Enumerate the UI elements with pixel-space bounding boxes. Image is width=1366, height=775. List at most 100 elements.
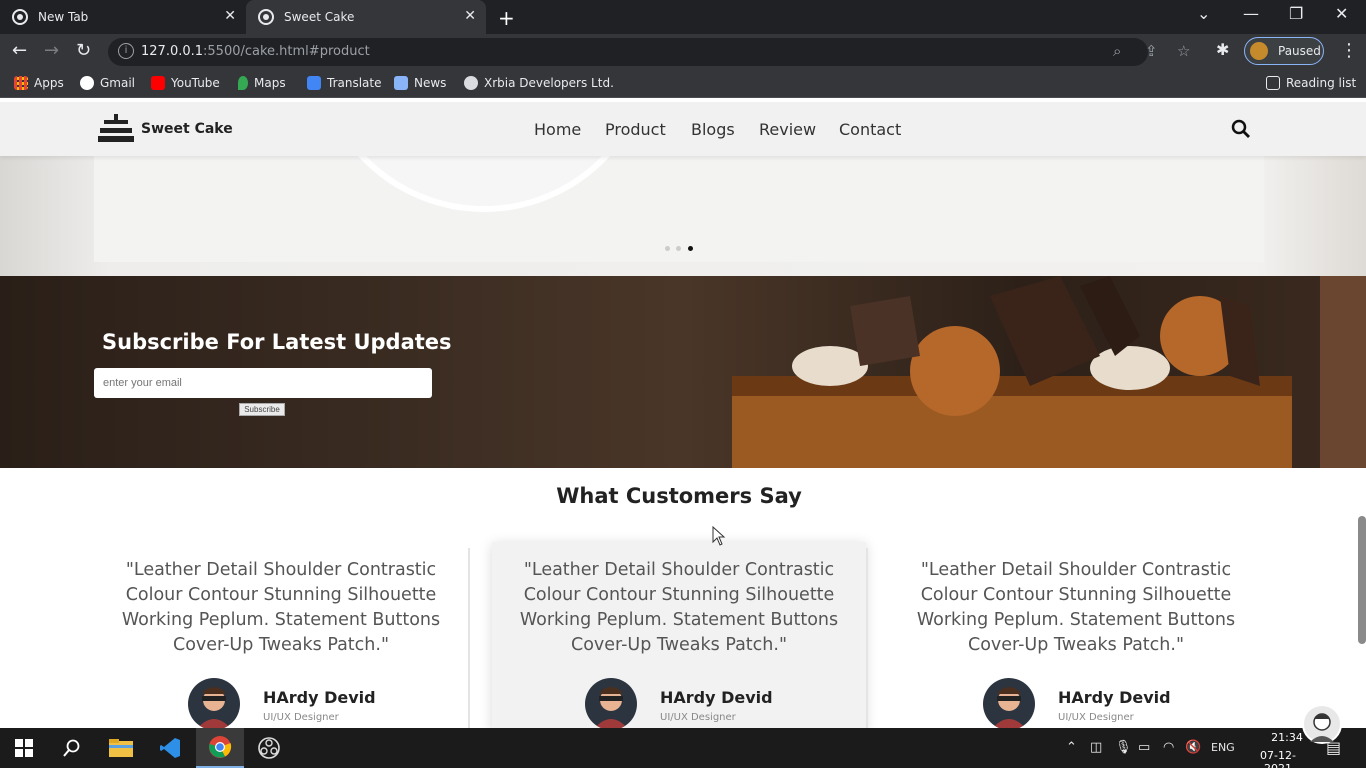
vscode-icon xyxy=(160,738,180,758)
nav-contact[interactable]: Contact xyxy=(839,120,901,139)
url-text[interactable]: 127.0.0.1:5500/cake.html#product xyxy=(141,44,370,59)
bookmark-star-icon[interactable]: ☆ xyxy=(1177,42,1190,60)
divider xyxy=(866,548,868,728)
search-button[interactable] xyxy=(48,728,96,768)
translate-icon xyxy=(307,76,321,90)
subscribe-title: Subscribe For Latest Updates xyxy=(102,330,452,354)
site-header: Sweet Cake Home Product Blogs Review Con… xyxy=(0,102,1366,156)
reading-list-button[interactable]: Reading list xyxy=(1266,76,1356,90)
bookmark-news[interactable]: News xyxy=(394,76,446,90)
avatar xyxy=(585,678,637,728)
windows-taskbar: ⌃ ◫ 🎙 ▭ ◠ 🔇 ENG 21:34 07-12-2021 ▤ xyxy=(0,704,1366,775)
tray-chevron-up-icon[interactable]: ⌃ xyxy=(1066,740,1077,755)
nav-product[interactable]: Product xyxy=(605,120,666,139)
web-page: Sweet Cake Home Product Blogs Review Con… xyxy=(0,102,1366,728)
tab-title: Sweet Cake xyxy=(284,10,355,24)
vscode-button[interactable] xyxy=(146,728,194,768)
carousel-dot[interactable] xyxy=(665,246,670,251)
chrome-taskbar-button[interactable] xyxy=(196,728,244,768)
divider xyxy=(468,548,470,728)
share-icon[interactable]: ⇪ xyxy=(1145,42,1158,60)
browser-toolbar: ← → ↻ i 127.0.0.1:5500/cake.html#product… xyxy=(0,34,1366,70)
clock-date[interactable]: 07-12-2021 xyxy=(1248,749,1308,775)
meet-now-icon[interactable]: ◫ xyxy=(1090,740,1102,755)
globe-icon xyxy=(464,76,478,90)
volume-muted-icon[interactable]: 🔇 xyxy=(1185,740,1201,755)
testimonial-quote: "Leather Detail Shoulder Contrastic Colo… xyxy=(916,560,1236,655)
avatar xyxy=(188,678,240,728)
carousel-dot[interactable] xyxy=(676,246,681,251)
profile-button[interactable]: Paused xyxy=(1244,37,1324,65)
chrome-icon xyxy=(209,736,232,758)
bookmark-maps[interactable]: Maps xyxy=(238,76,286,90)
tab-search-chevron-icon[interactable]: ⌄ xyxy=(1197,4,1210,23)
profile-status: Paused xyxy=(1278,44,1321,58)
testimonial-name: HArdy Devid xyxy=(1058,688,1171,707)
bookmark-translate[interactable]: Translate xyxy=(307,76,382,90)
reload-icon[interactable]: ↻ xyxy=(76,40,91,61)
google-icon xyxy=(80,76,94,90)
subscribe-button[interactable]: Subscribe xyxy=(239,403,285,416)
bookmarks-bar: Apps Gmail YouTube Maps Translate News X… xyxy=(0,70,1366,98)
tab-title: New Tab xyxy=(38,10,89,24)
address-bar[interactable]: i 127.0.0.1:5500/cake.html#product ⌕ ⇪ ☆ xyxy=(108,38,1190,66)
close-tab-icon[interactable]: ✕ xyxy=(224,8,236,24)
close-tab-icon[interactable]: ✕ xyxy=(464,8,476,24)
tab-new-tab[interactable]: New Tab ✕ xyxy=(0,0,246,34)
battery-icon[interactable]: ▭ xyxy=(1138,740,1150,755)
browser-tab-strip: New Tab ✕ Sweet Cake ✕ + ⌄ — ❐ ✕ xyxy=(0,0,1366,34)
back-arrow-icon[interactable]: ← xyxy=(12,40,27,61)
youtube-icon xyxy=(151,76,165,90)
new-tab-plus-icon[interactable]: + xyxy=(498,6,515,30)
bookmark-apps[interactable]: Apps xyxy=(14,76,64,90)
testimonial-card: "Leather Detail Shoulder Contrastic Colo… xyxy=(492,542,866,728)
cake-logo-icon[interactable] xyxy=(98,114,134,144)
section-title: What Customers Say xyxy=(556,484,802,508)
testimonial-role: UI/UX Designer xyxy=(1058,712,1134,723)
chocolate-cake-image xyxy=(732,276,1366,468)
mouse-cursor-icon xyxy=(712,526,726,546)
testimonial-name: HArdy Devid xyxy=(263,688,376,707)
extensions-puzzle-icon[interactable]: ✱ xyxy=(1216,40,1229,59)
page-scrollbar-thumb[interactable] xyxy=(1358,516,1366,644)
microphone-icon[interactable]: 🎙 xyxy=(1115,740,1132,755)
restore-icon[interactable]: ❐ xyxy=(1289,4,1303,23)
zoom-icon[interactable]: ⌕ xyxy=(1113,42,1121,60)
bookmark-xrbia[interactable]: Xrbia Developers Ltd. xyxy=(464,76,614,90)
carousel-dot-active[interactable] xyxy=(688,246,693,251)
start-button[interactable] xyxy=(0,728,48,768)
maps-pin-icon xyxy=(238,76,248,90)
nav-review[interactable]: Review xyxy=(759,120,816,139)
testimonial-name: HArdy Devid xyxy=(660,688,773,707)
windows-logo-icon xyxy=(15,739,33,757)
reading-list-icon xyxy=(1266,76,1280,90)
app-button[interactable] xyxy=(245,728,293,768)
testimonial-role: UI/UX Designer xyxy=(660,712,736,723)
notification-icon[interactable]: ▤ xyxy=(1326,738,1341,757)
avatar xyxy=(983,678,1035,728)
bookmark-gmail[interactable]: Gmail xyxy=(80,76,135,90)
testimonial-card: "Leather Detail Shoulder Contrastic Colo… xyxy=(94,542,468,728)
window-close-icon[interactable]: ✕ xyxy=(1335,4,1348,23)
language-indicator[interactable]: ENG xyxy=(1211,741,1235,754)
testimonial-quote: "Leather Detail Shoulder Contrastic Colo… xyxy=(121,560,441,655)
file-explorer-button[interactable] xyxy=(97,728,145,768)
logo-text[interactable]: Sweet Cake xyxy=(141,121,233,137)
site-info-icon[interactable]: i xyxy=(118,43,134,59)
apps-grid-icon xyxy=(14,76,28,90)
search-icon[interactable] xyxy=(1231,119,1251,139)
menu-kebab-icon[interactable]: ⋮ xyxy=(1340,40,1358,61)
tab-sweet-cake[interactable]: Sweet Cake ✕ xyxy=(246,0,486,34)
forward-arrow-icon[interactable]: → xyxy=(44,40,59,61)
nav-blogs[interactable]: Blogs xyxy=(691,120,735,139)
email-input[interactable] xyxy=(94,368,432,398)
minimize-icon[interactable]: — xyxy=(1243,4,1259,23)
search-icon xyxy=(63,739,80,757)
avatar xyxy=(1250,42,1268,60)
nav-home[interactable]: Home xyxy=(534,120,581,139)
news-icon xyxy=(394,76,408,90)
wifi-icon[interactable]: ◠ xyxy=(1163,740,1174,755)
testimonial-quote: "Leather Detail Shoulder Contrastic Colo… xyxy=(519,560,839,655)
testimonial-role: UI/UX Designer xyxy=(263,712,339,723)
bookmark-youtube[interactable]: YouTube xyxy=(151,76,220,90)
